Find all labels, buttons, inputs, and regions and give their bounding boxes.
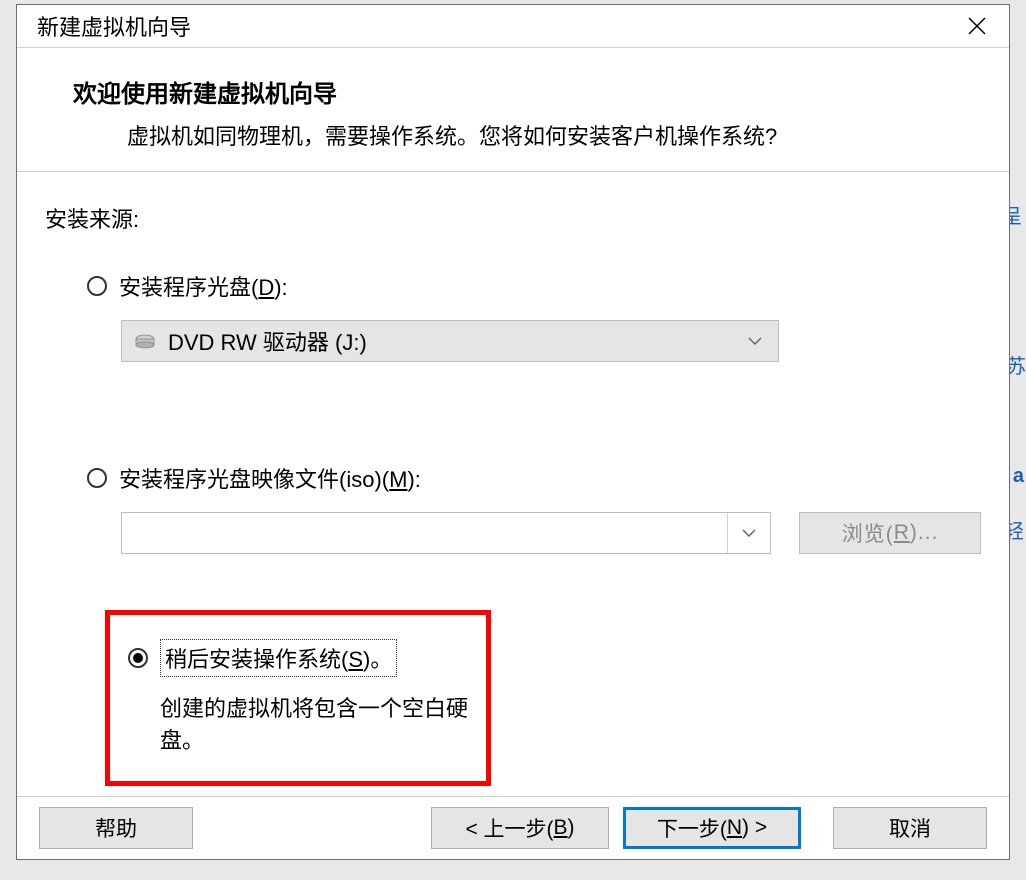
cancel-button[interactable]: 取消 <box>833 807 987 849</box>
install-source-group: 安装程序光盘(D): DVD RW 驱动器 (J:) 安装程序光盘映像文件(is… <box>45 270 981 786</box>
radio-label-disc: 安装程序光盘(D): <box>119 270 288 302</box>
later-hint-text: 创建的虚拟机将包含一个空白硬盘。 <box>128 691 468 755</box>
content-area: 安装来源: 安装程序光盘(D): DVD RW 驱动器 (J:) <box>17 172 1009 796</box>
combo-divider <box>727 513 728 553</box>
radio-label-iso: 安装程序光盘映像文件(iso)(M): <box>119 462 421 494</box>
disc-drive-icon <box>134 333 156 349</box>
iso-path-combobox[interactable] <box>121 512 771 554</box>
new-vm-wizard-dialog: 新建虚拟机向导 欢迎使用新建虚拟机向导 虚拟机如同物理机，需要操作系统。您将如何… <box>16 4 1010 860</box>
close-icon <box>968 17 986 35</box>
chevron-down-icon <box>748 332 762 350</box>
iso-path-row: 浏览(R)... <box>121 512 981 554</box>
wizard-subtext: 虚拟机如同物理机，需要操作系统。您将如何安装客户机操作系统? <box>73 119 979 151</box>
install-source-label: 安装来源: <box>45 202 981 234</box>
radio-icon <box>87 276 107 296</box>
radio-option-iso[interactable]: 安装程序光盘映像文件(iso)(M): <box>87 462 981 494</box>
disc-drive-value: DVD RW 驱动器 (J:) <box>168 325 367 357</box>
background-fragment: a <box>1013 465 1024 488</box>
back-button[interactable]: < 上一步(B) <box>431 807 609 849</box>
highlight-annotation: 稍后安装操作系统(S)。 创建的虚拟机将包含一个空白硬盘。 <box>105 610 491 786</box>
focus-indicator: 稍后安装操作系统(S)。 <box>160 639 397 677</box>
dialog-title: 新建虚拟机向导 <box>37 10 191 42</box>
wizard-heading: 欢迎使用新建虚拟机向导 <box>73 74 979 109</box>
next-button[interactable]: 下一步(N) > <box>623 807 801 849</box>
radio-label-later: 稍后安装操作系统(S)。 <box>160 639 397 677</box>
radio-option-disc[interactable]: 安装程序光盘(D): <box>87 270 981 302</box>
browse-button: 浏览(R)... <box>799 512 981 554</box>
titlebar: 新建虚拟机向导 <box>17 5 1009 48</box>
radio-icon-selected <box>128 648 148 668</box>
disc-drive-dropdown[interactable]: DVD RW 驱动器 (J:) <box>121 320 779 362</box>
close-button[interactable] <box>957 6 997 46</box>
header-section: 欢迎使用新建虚拟机向导 虚拟机如同物理机，需要操作系统。您将如何安装客户机操作系… <box>17 48 1009 172</box>
chevron-down-icon <box>742 524 756 542</box>
radio-icon <box>87 468 107 488</box>
radio-option-later[interactable]: 稍后安装操作系统(S)。 <box>128 639 468 677</box>
button-bar: 帮助 < 上一步(B) 下一步(N) > 取消 <box>17 796 1009 859</box>
help-button[interactable]: 帮助 <box>39 807 193 849</box>
